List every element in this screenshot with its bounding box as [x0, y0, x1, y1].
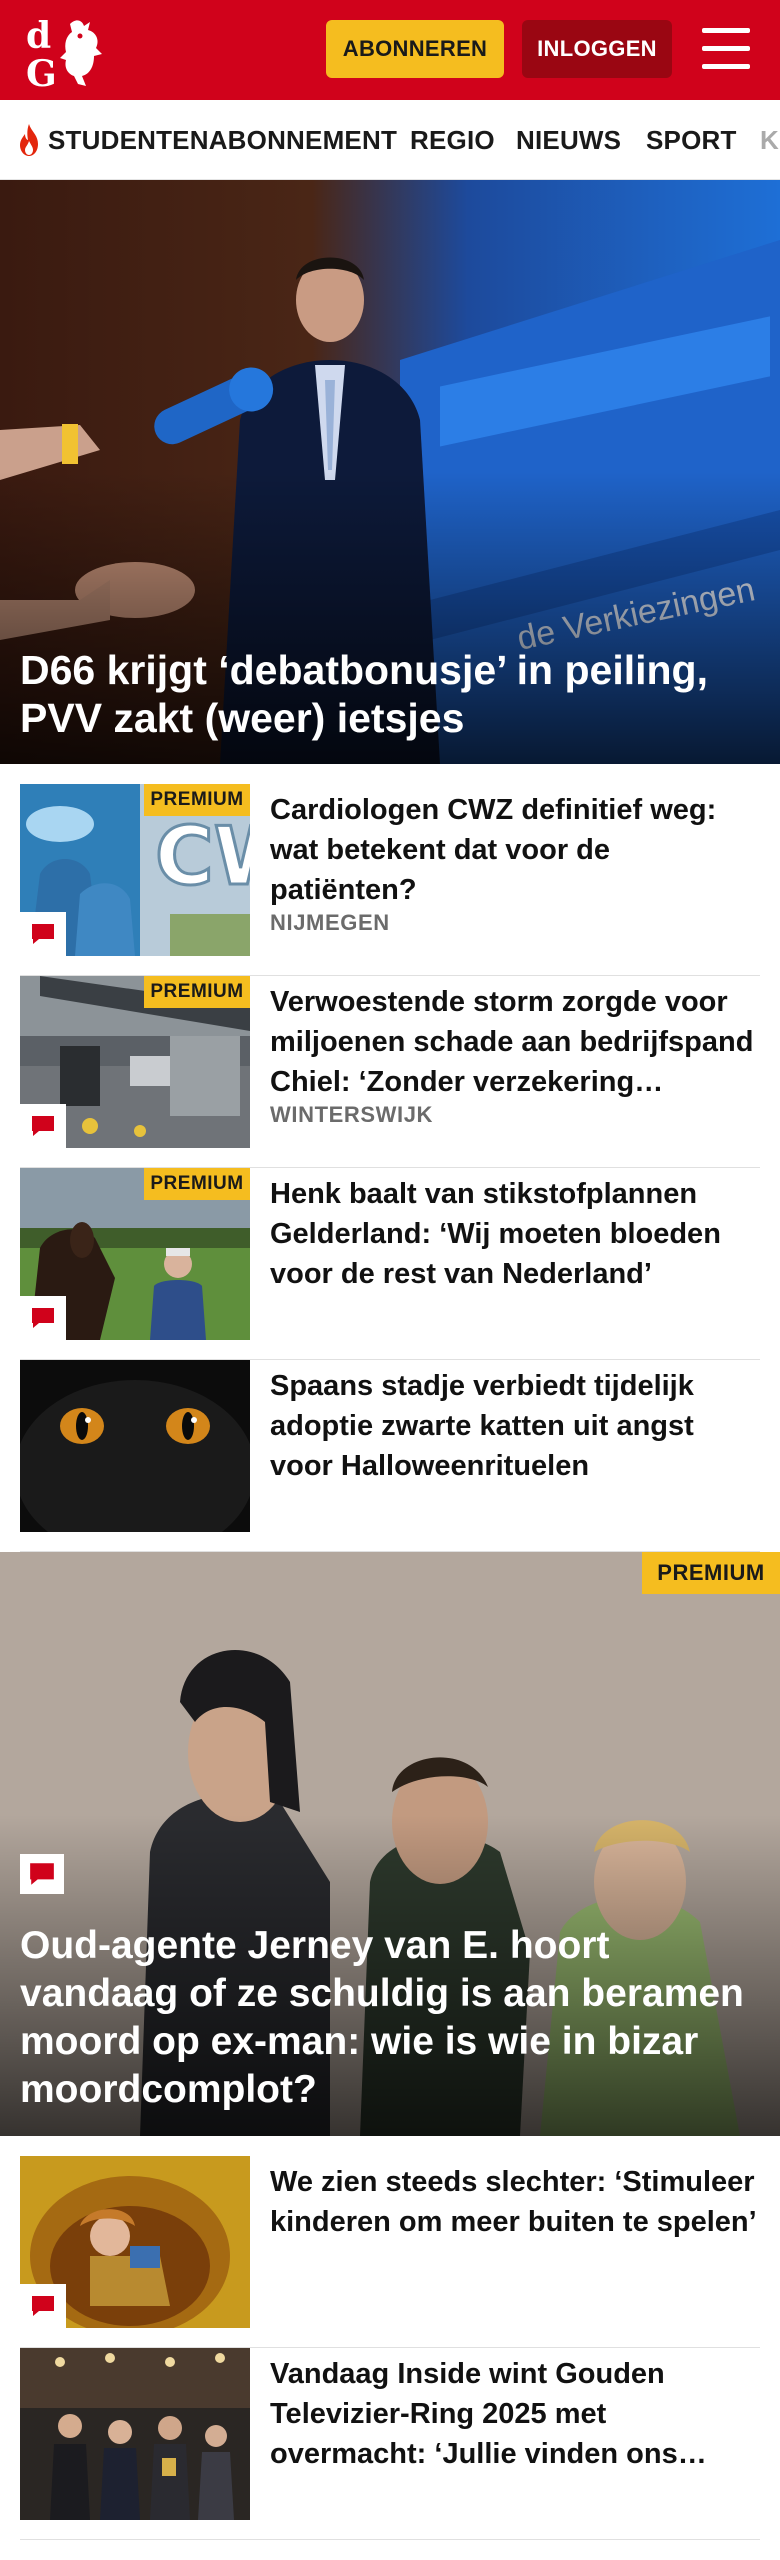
- premium-badge: PREMIUM: [642, 1552, 780, 1594]
- site-header: d G ABONNEREN INLOGGEN: [0, 0, 780, 100]
- article-thumbnail: [20, 2348, 250, 2520]
- de-gelderlander-logo[interactable]: d G: [24, 14, 116, 90]
- comment-icon: [20, 912, 66, 956]
- article-title[interactable]: Vandaag Inside wint Gouden Televizier-Ri…: [270, 2354, 760, 2474]
- article-title[interactable]: Henk baalt van stikstofplannen Gelderlan…: [270, 1174, 760, 1294]
- section-nav: STUDENTENABONNEMENT REGIO NIEUWS SPORT K: [0, 100, 780, 180]
- list-item[interactable]: PREMIUM Verwoestende storm zorgde voor m…: [20, 976, 760, 1168]
- premium-badge: PREMIUM: [144, 976, 250, 1008]
- hero-title[interactable]: D66 krijgt ‘debatbonusje’ in peiling, PV…: [20, 646, 760, 742]
- article-thumbnail: CW PREMIUM: [20, 784, 250, 956]
- article-thumbnail: [20, 2156, 250, 2328]
- svg-text:d: d: [26, 15, 51, 57]
- list-item[interactable]: We zien steeds slechter: ‘Stimuleer kind…: [20, 2156, 760, 2348]
- feature-article[interactable]: PREMIUM Oud-agente Jerney van E. hoort v…: [0, 1552, 780, 2136]
- subscribe-button[interactable]: ABONNEREN: [326, 20, 504, 78]
- list-item[interactable]: CW PREMIUM Cardiologen CWZ definitief we…: [20, 784, 760, 976]
- nav-item-nieuws[interactable]: NIEUWS: [516, 100, 621, 179]
- nav-item-overflow[interactable]: K: [760, 100, 779, 179]
- article-title[interactable]: Verwoestende storm zorgde voor miljoenen…: [270, 982, 760, 1102]
- comment-icon: [20, 2284, 66, 2328]
- article-title[interactable]: We zien steeds slechter: ‘Stimuleer kind…: [270, 2162, 760, 2242]
- nav-item-sport[interactable]: SPORT: [646, 100, 737, 179]
- svg-text:G: G: [26, 53, 57, 90]
- article-thumbnail: PREMIUM: [20, 1168, 250, 1340]
- premium-badge: PREMIUM: [144, 784, 250, 816]
- article-thumbnail: PREMIUM: [20, 976, 250, 1148]
- nav-item-regio[interactable]: REGIO: [410, 100, 495, 179]
- article-title[interactable]: Spaans stadje verbiedt tijdelijk adoptie…: [270, 1366, 760, 1486]
- list-item[interactable]: Vandaag Inside wint Gouden Televizier-Ri…: [20, 2348, 760, 2540]
- login-button[interactable]: INLOGGEN: [522, 20, 672, 78]
- list-item[interactable]: PREMIUM Henk baalt van stikstofplannen G…: [20, 1168, 760, 1360]
- flame-icon: [20, 124, 38, 156]
- hero-article[interactable]: de Verkiezingen D66 krijgt ‘debatbonusje…: [0, 180, 780, 764]
- feature-title[interactable]: Oud-agente Jerney van E. hoort vandaag o…: [20, 1922, 770, 2114]
- comment-icon: [20, 1296, 66, 1340]
- nav-item-label: STUDENTENABONNEMENT: [48, 124, 398, 155]
- article-region: WINTERSWIJK: [270, 1102, 434, 1127]
- list-item[interactable]: Spaans stadje verbiedt tijdelijk adoptie…: [20, 1360, 760, 1552]
- article-thumbnail: [20, 1360, 250, 1532]
- nav-item-studentenabonnement[interactable]: STUDENTENABONNEMENT: [16, 100, 398, 179]
- premium-badge: PREMIUM: [144, 1168, 250, 1200]
- article-title[interactable]: Cardiologen CWZ definitief weg: wat bete…: [270, 790, 760, 910]
- article-region: NIJMEGEN: [270, 910, 390, 935]
- comment-icon: [20, 1854, 64, 1894]
- hamburger-icon[interactable]: [700, 26, 752, 72]
- comment-icon: [20, 1104, 66, 1148]
- svg-text:CW: CW: [155, 810, 250, 903]
